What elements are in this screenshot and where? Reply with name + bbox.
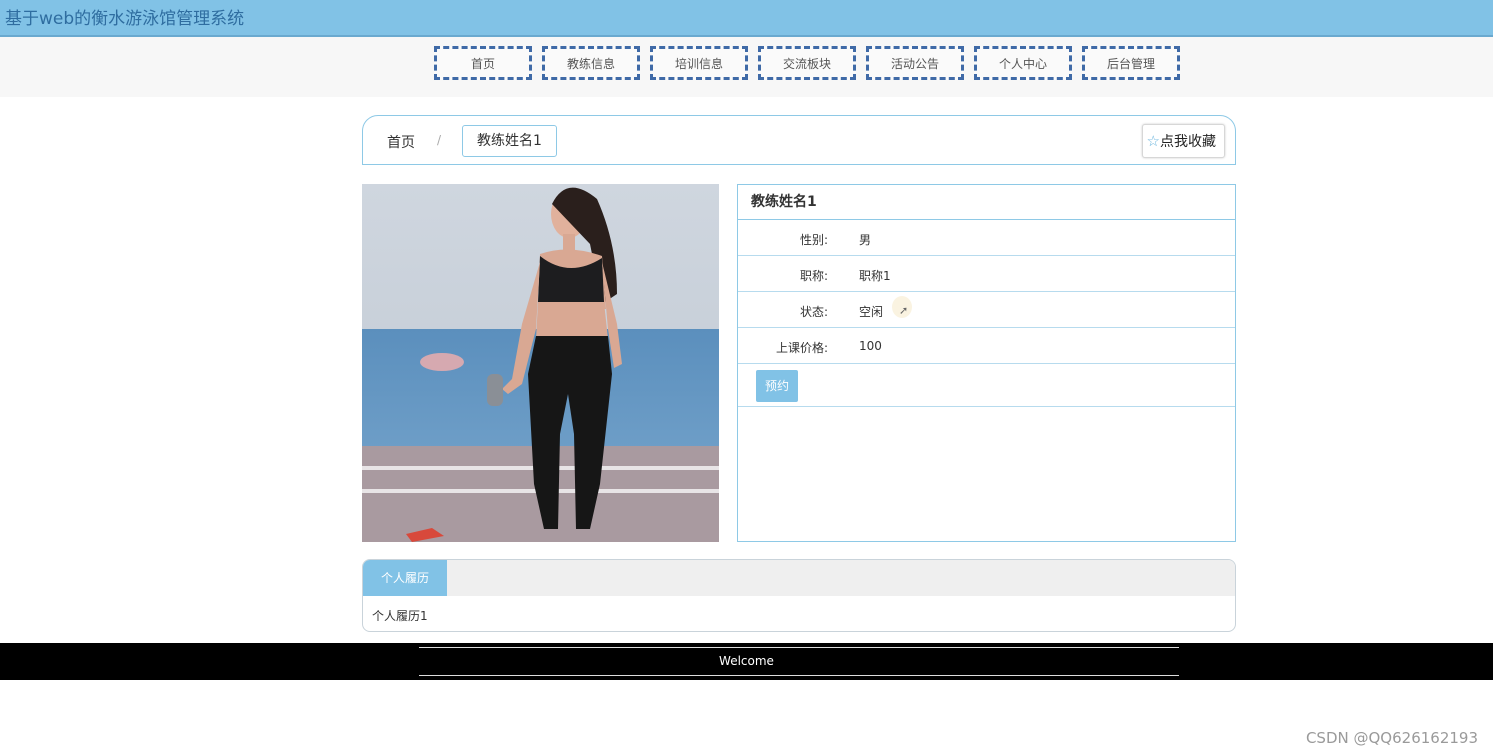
favorite-label: 点我收藏: [1160, 134, 1216, 150]
resume-tabs: 个人履历: [363, 560, 1235, 596]
nav-item-training-info[interactable]: 培训信息: [650, 46, 748, 80]
nav-item-personal-center[interactable]: 个人中心: [974, 46, 1072, 80]
coach-photo: [362, 184, 719, 542]
coach-name: 教练姓名1: [738, 185, 1235, 220]
mouse-cursor-icon: ➚: [899, 304, 909, 317]
action-row: 预约: [738, 364, 1235, 407]
nav-item-announcements[interactable]: 活动公告: [866, 46, 964, 80]
status-value: 空闲: [859, 305, 884, 319]
book-button[interactable]: 预约: [756, 370, 798, 402]
nav-item-home[interactable]: 首页: [434, 46, 532, 80]
tab-resume[interactable]: 个人履历: [363, 560, 447, 596]
price-value: 100: [859, 339, 882, 353]
main-nav: 首页 教练信息 培训信息 交流板块 活动公告 个人中心 后台管理: [434, 46, 1190, 80]
breadcrumb-home[interactable]: 首页: [387, 132, 415, 152]
title-label: 职称:: [799, 269, 828, 283]
site-title: 基于web的衡水游泳馆管理系统: [5, 9, 245, 29]
breadcrumb: 首页 / 教练姓名1 ☆点我收藏: [362, 115, 1236, 165]
status-label: 状态:: [799, 305, 828, 319]
footer-divider-bottom: [419, 675, 1179, 676]
nav-item-admin[interactable]: 后台管理: [1082, 46, 1180, 80]
resume-content: 个人履历1: [372, 609, 428, 623]
watermark: CSDN @QQ626162193: [1305, 729, 1478, 747]
breadcrumb-separator: /: [437, 133, 442, 147]
footer-text: Welcome: [719, 654, 774, 668]
nav-item-coach-info[interactable]: 教练信息: [542, 46, 640, 80]
gender-label: 性别:: [799, 233, 828, 247]
footer-divider-top: [419, 647, 1179, 648]
star-icon: ☆: [1146, 132, 1160, 150]
coach-info-panel: 教练姓名1 性别: 男 职称: 职称1 状态: 空闲 上课价格: 100 预约: [737, 184, 1236, 542]
title-value: 职称1: [859, 269, 891, 283]
info-row-title: 职称: 职称1: [738, 256, 1235, 292]
info-row-status: 状态: 空闲: [738, 292, 1235, 328]
nav-bar: 首页 教练信息 培训信息 交流板块 活动公告 个人中心 后台管理: [0, 37, 1493, 97]
nav-item-forum[interactable]: 交流板块: [758, 46, 856, 80]
info-row-gender: 性别: 男: [738, 220, 1235, 256]
footer: Welcome: [0, 643, 1493, 680]
favorite-button[interactable]: ☆点我收藏: [1141, 124, 1225, 158]
breadcrumb-current: 教练姓名1: [462, 125, 557, 157]
info-row-price: 上课价格: 100: [738, 328, 1235, 364]
resume-section: 个人履历 个人履历1: [362, 559, 1236, 632]
price-label: 上课价格:: [775, 341, 828, 355]
top-bar: 基于web的衡水游泳馆管理系统: [0, 0, 1493, 37]
gender-value: 男: [859, 233, 872, 247]
